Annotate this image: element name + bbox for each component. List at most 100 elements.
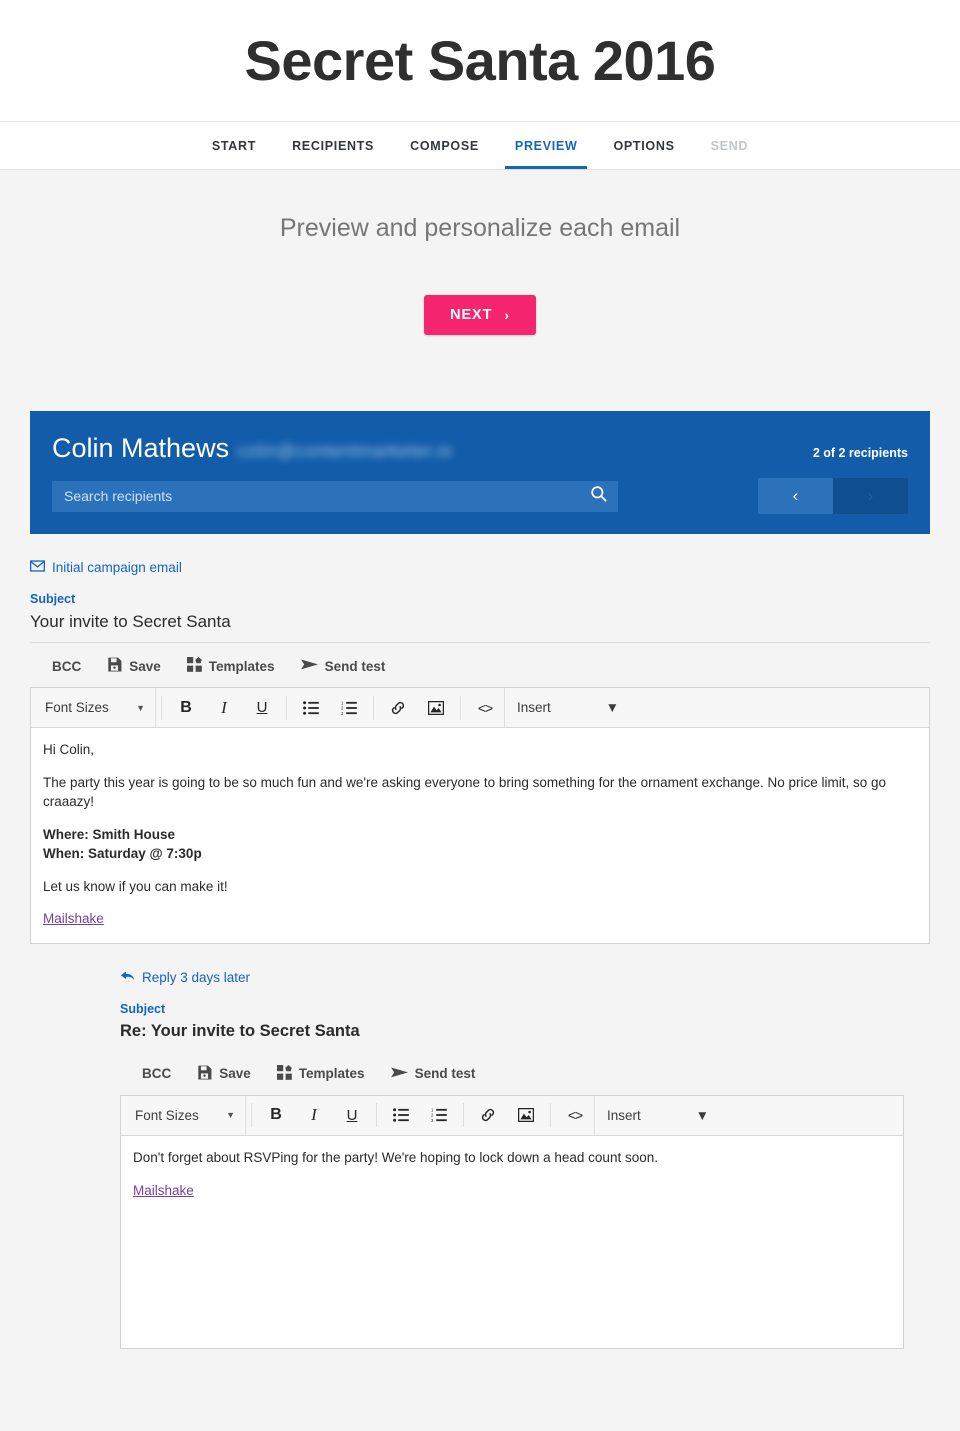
- editor-body-reply[interactable]: Don't forget about RSVPing for the party…: [121, 1136, 903, 1348]
- reply-tag-label: Reply 3 days later: [142, 969, 251, 985]
- toolbar-divider: [463, 1103, 464, 1128]
- toolbar-divider: [460, 695, 461, 720]
- floppy-disk-icon: [197, 1065, 212, 1083]
- editor-toolbar-reply: Font Sizes ▼ B I U 1 2 3 <> Insert ▼: [121, 1095, 903, 1136]
- font-sizes-dropdown-initial[interactable]: Font Sizes ▼: [31, 688, 156, 727]
- bold-button-reply[interactable]: B: [257, 1096, 295, 1135]
- masthead: Secret Santa 2016: [0, 0, 960, 122]
- editor-initial: Font Sizes ▼ B I U 1 2 3 <> Insert ▼ Hi …: [30, 687, 930, 944]
- toolbar-divider: [251, 1103, 252, 1128]
- numbered-list-button-initial[interactable]: 1 2 3: [330, 688, 368, 727]
- source-code-button-initial[interactable]: <>: [466, 688, 504, 727]
- next-recipient-button: ›: [833, 478, 908, 514]
- reply-body-signature: Mailshake: [133, 1181, 891, 1201]
- bullet-list-button-initial[interactable]: [292, 688, 330, 727]
- page-root: Secret Santa 2016 START RECIPIENTS COMPO…: [0, 0, 960, 1431]
- bullet-list-button-reply[interactable]: [382, 1096, 420, 1135]
- templates-grid-icon: [276, 1064, 292, 1083]
- svg-text:3: 3: [341, 710, 344, 714]
- subject-label-initial: Subject: [30, 592, 76, 606]
- search-input[interactable]: [52, 480, 618, 512]
- bcc-label: BCC: [52, 658, 82, 674]
- link-button-initial[interactable]: [379, 688, 417, 727]
- bcc-label: BCC: [142, 1066, 172, 1082]
- bold-button-initial[interactable]: B: [167, 688, 205, 727]
- email-block-reply: Reply 3 days later Subject Re: Your invi…: [0, 970, 960, 1349]
- send-test-button-reply[interactable]: Send test: [390, 1066, 476, 1082]
- insert-dropdown-initial[interactable]: Insert ▼: [504, 688, 629, 727]
- save-button-reply[interactable]: Save: [197, 1065, 251, 1083]
- paper-plane-icon: [300, 658, 318, 674]
- save-label: Save: [219, 1066, 251, 1082]
- next-button-wrap: NEXT ›: [0, 295, 960, 335]
- send-test-label: Send test: [414, 1066, 476, 1082]
- link-button-reply[interactable]: [469, 1096, 507, 1135]
- templates-button-reply[interactable]: Templates: [276, 1064, 365, 1083]
- font-sizes-label: Font Sizes: [135, 1107, 199, 1123]
- templates-button-initial[interactable]: Templates: [186, 657, 275, 675]
- recipient-header: Colin Mathews colin@contentmarketer.io 2 …: [30, 411, 930, 534]
- toolbar-divider: [376, 1103, 377, 1128]
- body-signature: Mailshake: [43, 909, 917, 929]
- next-button-label: NEXT: [450, 307, 493, 323]
- next-button[interactable]: NEXT ›: [424, 295, 536, 335]
- mailshake-link[interactable]: Mailshake: [43, 911, 104, 926]
- chevron-down-icon: ▼: [605, 700, 619, 715]
- bcc-button-reply[interactable]: BCC: [142, 1066, 171, 1081]
- image-button-initial[interactable]: [417, 688, 455, 727]
- image-button-reply[interactable]: [507, 1096, 545, 1135]
- body-details: Where: Smith House When: Saturday @ 7:30…: [43, 825, 917, 864]
- body-greeting: Hi Colin,: [43, 742, 95, 757]
- tab-compose[interactable]: COMPOSE: [392, 122, 497, 169]
- subject-value-initial[interactable]: Your invite to Secret Santa: [30, 612, 930, 642]
- body-when: When: Saturday @ 7:30p: [43, 846, 202, 862]
- reply-tag[interactable]: Reply 3 days later: [120, 970, 250, 985]
- font-sizes-dropdown-reply[interactable]: Font Sizes ▼: [121, 1095, 246, 1135]
- editor-toolbar-initial: Font Sizes ▼ B I U 1 2 3 <> Insert ▼: [31, 688, 929, 728]
- underline-button-reply[interactable]: U: [333, 1096, 371, 1135]
- underline-button-initial[interactable]: U: [243, 688, 281, 727]
- paper-plane-icon: [390, 1066, 408, 1082]
- font-sizes-label: Font Sizes: [45, 700, 109, 715]
- insert-label: Insert: [517, 700, 551, 715]
- floppy-disk-icon: [107, 657, 122, 675]
- body-paragraph: The party this year is going to be so mu…: [43, 774, 887, 810]
- tab-options[interactable]: OPTIONS: [595, 122, 692, 169]
- initial-campaign-email-label: Initial campaign email: [52, 560, 182, 575]
- recipient-pager: ‹ ›: [758, 478, 908, 514]
- recipient-count: 2 of 2 recipients: [812, 446, 908, 460]
- search-recipients-box[interactable]: [52, 480, 618, 512]
- subheader: Preview and personalize each email NEXT …: [0, 170, 960, 335]
- mailshake-link[interactable]: Mailshake: [133, 1183, 194, 1198]
- italic-button-reply[interactable]: I: [295, 1096, 333, 1135]
- insert-dropdown-reply[interactable]: Insert ▼: [594, 1095, 719, 1135]
- chevron-down-icon: ▼: [226, 1110, 235, 1121]
- italic-button-initial[interactable]: I: [205, 688, 243, 727]
- tab-start[interactable]: START: [194, 122, 274, 169]
- insert-label: Insert: [607, 1107, 641, 1123]
- send-test-label: Send test: [324, 658, 386, 674]
- previous-recipient-button[interactable]: ‹: [758, 478, 833, 514]
- body-where: Where: Smith House: [43, 826, 176, 842]
- tab-preview[interactable]: PREVIEW: [497, 122, 596, 169]
- source-code-button-reply[interactable]: <>: [556, 1096, 594, 1135]
- tab-recipients[interactable]: RECIPIENTS: [274, 122, 392, 169]
- save-label: Save: [129, 658, 161, 674]
- subject-label-reply: Subject: [120, 1001, 166, 1016]
- svg-text:3: 3: [431, 1118, 434, 1122]
- main-nav: START RECIPIENTS COMPOSE PREVIEW OPTIONS…: [0, 122, 960, 170]
- save-button-initial[interactable]: Save: [107, 657, 161, 675]
- chevron-right-icon: ›: [504, 307, 510, 323]
- reply-body-paragraph: Don't forget about RSVPing for the party…: [133, 1149, 658, 1165]
- toolbar-divider: [161, 695, 162, 720]
- envelope-icon: [29, 560, 46, 575]
- chevron-down-icon: ▼: [695, 1107, 709, 1123]
- subject-value-reply[interactable]: Re: Your invite to Secret Santa: [120, 1022, 904, 1051]
- bcc-button-initial[interactable]: BCC: [52, 659, 81, 674]
- editor-reply: Font Sizes ▼ B I U 1 2 3 <> Insert ▼ Don…: [120, 1094, 904, 1349]
- toolbar-divider: [373, 695, 374, 720]
- send-test-button-initial[interactable]: Send test: [300, 658, 386, 674]
- editor-body-initial[interactable]: Hi Colin, The party this year is going t…: [31, 728, 929, 943]
- initial-campaign-email-tag[interactable]: Initial campaign email: [29, 560, 182, 575]
- numbered-list-button-reply[interactable]: 1 2 3: [420, 1096, 458, 1135]
